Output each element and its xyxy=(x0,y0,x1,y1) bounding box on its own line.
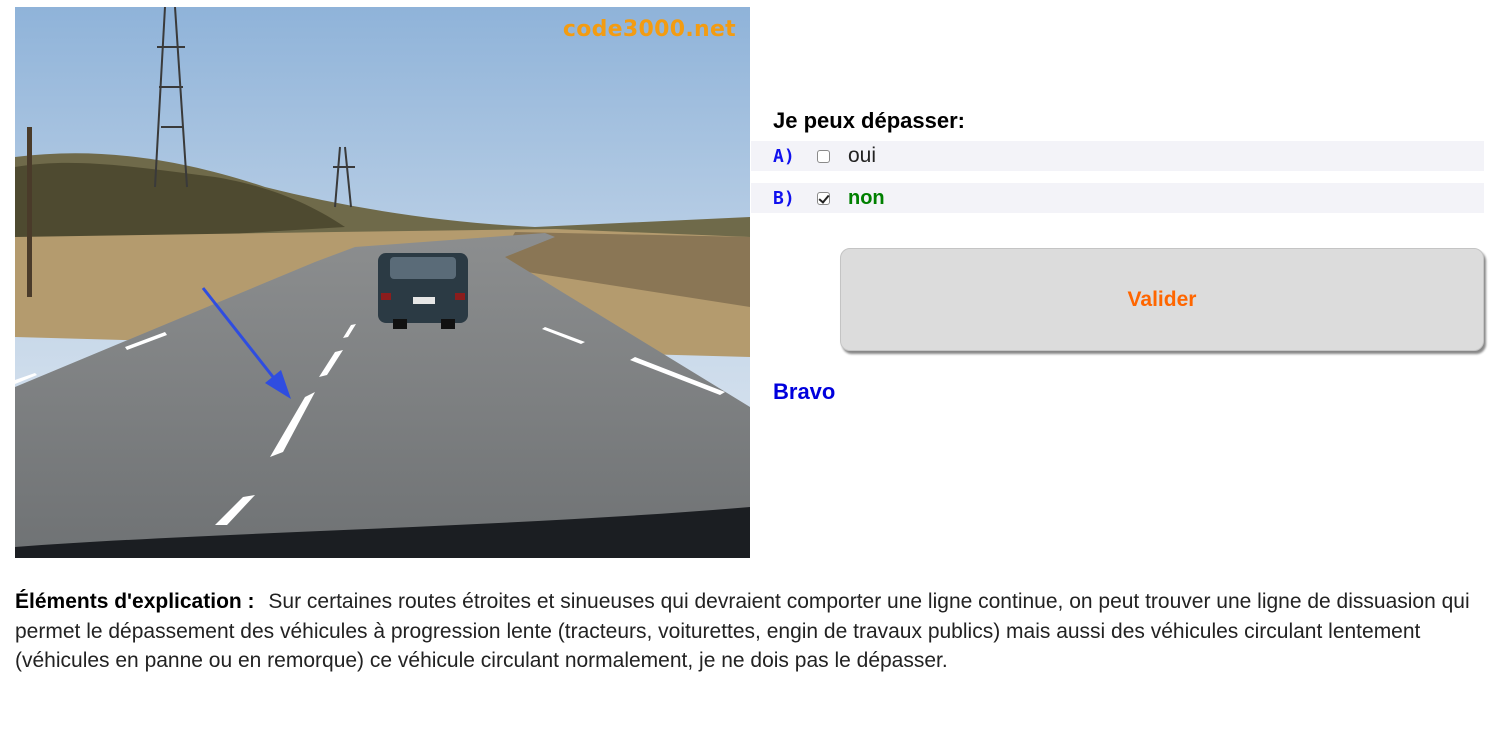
validate-button[interactable]: Valider xyxy=(840,248,1484,351)
checkbox-a[interactable] xyxy=(817,149,830,163)
question-photo: code3000.net xyxy=(15,7,750,558)
answer-option-a[interactable]: A) oui xyxy=(751,141,1484,171)
watermark: code3000.net xyxy=(562,17,736,42)
feedback-message: Bravo xyxy=(773,379,836,404)
question-title: Je peux dépasser: xyxy=(773,108,965,133)
explanation-label: Éléments d'explication : xyxy=(15,590,255,613)
explanation: Éléments d'explication : Sur certaines r… xyxy=(15,587,1475,676)
road-scene xyxy=(15,7,750,558)
option-text-a: oui xyxy=(848,144,877,167)
answer-option-b[interactable]: B) non xyxy=(751,183,1484,213)
checkbox-b[interactable] xyxy=(817,191,830,205)
option-letter: A) xyxy=(773,145,795,167)
option-letter: B) xyxy=(773,187,795,209)
option-text-b: non xyxy=(848,186,885,209)
car-ahead xyxy=(378,253,468,329)
